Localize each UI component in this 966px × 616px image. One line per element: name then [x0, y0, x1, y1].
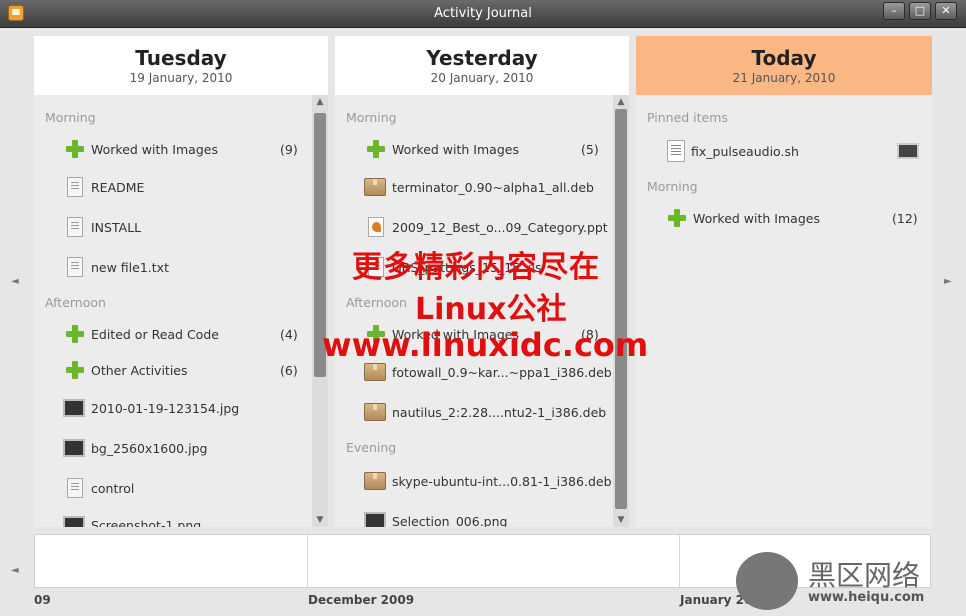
overlay-text: www.linuxidc.com [322, 326, 649, 364]
watermark-text: 黑区网络 [808, 559, 921, 592]
day-header: Tuesday 19 January, 2010 [34, 36, 328, 95]
list-item[interactable]: Worked with Images [65, 137, 218, 161]
package-icon [364, 472, 386, 490]
close-button[interactable]: ✕ [935, 2, 957, 20]
scroll-up-icon[interactable]: ▲ [312, 95, 328, 109]
package-icon [364, 403, 386, 421]
list-item[interactable]: Selection_006.png [364, 509, 507, 527]
list-item[interactable]: Other Activities [65, 358, 188, 382]
section-pinned-items: Pinned items [647, 110, 728, 125]
scrollbar[interactable]: ▲ ▼ [613, 95, 629, 527]
list-item[interactable]: 2009_12_Best_o...09_Category.ppt [366, 215, 608, 239]
list-item[interactable]: nautilus_2:2.28....ntu2-1_i386.deb [364, 400, 606, 424]
text-file-icon [67, 257, 83, 277]
list-item[interactable]: terminator_0.90~alpha1_all.deb [364, 175, 594, 199]
timeline-label: December 2009 [308, 593, 415, 607]
maximize-button[interactable]: □ [909, 2, 931, 20]
next-day-arrow-icon[interactable]: ► [944, 276, 952, 287]
day-column-today: Today 21 January, 2010 Pinned items fix_… [636, 36, 932, 527]
day-name: Yesterday [426, 46, 538, 70]
scrollbar[interactable]: ▲ ▼ [312, 95, 328, 527]
watermark-url: www.heiqu.com [808, 590, 925, 605]
item-count: (4) [280, 326, 298, 342]
day-column-tuesday: Tuesday 19 January, 2010 Morning Worked … [34, 36, 328, 527]
timeline-label: 09 [34, 593, 51, 607]
scroll-thumb[interactable] [615, 109, 627, 509]
item-count: (6) [280, 362, 298, 378]
item-count: (9) [280, 141, 298, 157]
item-count: (12) [892, 210, 918, 226]
plus-icon [65, 324, 85, 344]
package-icon [364, 178, 386, 196]
plus-icon [366, 139, 386, 159]
list-item[interactable]: fix_pulseaudio.sh [667, 139, 799, 163]
overlay-text: Linux公社 [415, 292, 567, 327]
scroll-down-icon[interactable]: ▼ [312, 513, 328, 527]
list-item[interactable]: bg_2560x1600.jpg [63, 436, 207, 460]
list-item[interactable]: new file1.txt [65, 255, 169, 279]
day-name: Tuesday [135, 46, 227, 70]
plus-icon [667, 208, 687, 228]
day-header: Today 21 January, 2010 [636, 36, 932, 95]
image-file-icon [63, 439, 85, 457]
list-item[interactable]: 2010-01-19-123154.jpg [63, 396, 239, 420]
watermark-logo-icon [736, 552, 798, 610]
list-item[interactable]: README [65, 175, 144, 199]
window-title: Activity Journal [434, 6, 532, 21]
section-morning: Morning [647, 179, 698, 194]
scroll-down-icon[interactable]: ▼ [613, 513, 629, 527]
day-header: Yesterday 20 January, 2010 [335, 36, 629, 95]
title-bar: Activity Journal – □ ✕ [0, 0, 966, 28]
scroll-up-icon[interactable]: ▲ [613, 95, 629, 109]
list-item[interactable]: Worked with Images [366, 137, 519, 161]
minimize-button[interactable]: – [883, 2, 905, 20]
image-file-icon [364, 512, 386, 527]
list-item[interactable]: Worked with Images [667, 206, 820, 230]
day-name: Today [751, 46, 817, 70]
text-file-icon [67, 478, 83, 498]
list-item[interactable]: INSTALL [65, 215, 141, 239]
text-file-icon [67, 177, 83, 197]
text-file-icon [67, 217, 83, 237]
presentation-file-icon [368, 217, 384, 237]
script-file-icon [667, 140, 685, 162]
list-item[interactable]: Edited or Read Code [65, 322, 219, 346]
plus-icon [65, 139, 85, 159]
section-morning: Morning [45, 110, 96, 125]
list-item[interactable]: Screenshot-1.png [63, 513, 201, 527]
package-icon [364, 363, 386, 381]
day-date: 21 January, 2010 [732, 71, 836, 85]
day-item-list: Morning Worked with Images (9) README IN… [34, 95, 312, 527]
overlay-text: 更多精彩内容尽在 [352, 250, 600, 285]
image-file-icon [63, 399, 85, 417]
plus-icon [65, 360, 85, 380]
image-file-icon [63, 516, 85, 527]
section-evening: Evening [346, 440, 397, 455]
day-date: 20 January, 2010 [430, 71, 534, 85]
section-afternoon: Afternoon [346, 295, 407, 310]
timeline-divider [679, 535, 680, 587]
timeline-divider [307, 535, 308, 587]
item-count: (5) [581, 141, 599, 157]
section-afternoon: Afternoon [45, 295, 106, 310]
day-date: 19 January, 2010 [129, 71, 233, 85]
day-item-list: Pinned items fix_pulseaudio.sh Morning W… [636, 95, 932, 527]
list-item[interactable]: skype-ubuntu-int...0.81-1_i386.deb [364, 469, 612, 493]
list-item[interactable]: control [65, 476, 134, 500]
pin-thumbnail-icon[interactable] [897, 143, 919, 159]
timeline-scroll-left-icon[interactable]: ◄ [11, 565, 19, 576]
section-morning: Morning [346, 110, 397, 125]
previous-day-arrow-icon[interactable]: ◄ [11, 276, 19, 287]
